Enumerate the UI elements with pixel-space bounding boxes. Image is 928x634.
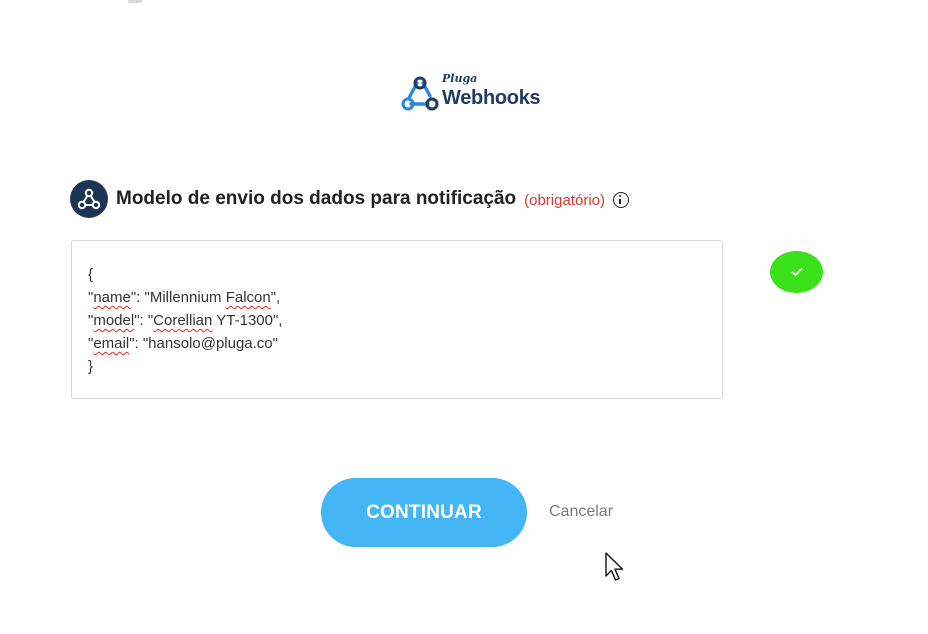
logo-brand-text: Pluga xyxy=(442,72,478,85)
mouse-cursor-icon xyxy=(605,552,624,581)
payload-line-name: "name": "Millennium Falcon", xyxy=(88,289,281,306)
section-title: Modelo de envio dos dados para notificaç… xyxy=(116,188,517,209)
logo-product-text: Webhooks xyxy=(442,87,541,109)
payload-textarea[interactable]: { "name": "Millennium Falcon", "model": … xyxy=(71,240,723,399)
payload-line-model: "model": "Corellian YT-1300", xyxy=(88,312,283,329)
webhook-icon xyxy=(70,180,108,218)
payload-line-open: { xyxy=(88,266,94,283)
continue-button[interactable]: CONTINUAR xyxy=(321,478,527,547)
check-icon xyxy=(791,267,802,276)
section-header: Modelo de envio dos dados para notificaç… xyxy=(70,179,629,219)
top-edge-fragment xyxy=(128,0,142,3)
payload-line-email: "email": "hansolo@pluga.co" xyxy=(88,335,278,352)
pluga-webhooks-logo: Pluga Webhooks xyxy=(400,72,550,114)
required-label: (obrigatório) xyxy=(524,191,605,209)
valid-status-badge xyxy=(770,251,823,293)
cancel-link[interactable]: Cancelar xyxy=(549,503,613,521)
payload-line-close: } xyxy=(88,358,94,375)
info-icon[interactable] xyxy=(613,192,629,208)
webhook-logo-icon xyxy=(401,76,439,111)
